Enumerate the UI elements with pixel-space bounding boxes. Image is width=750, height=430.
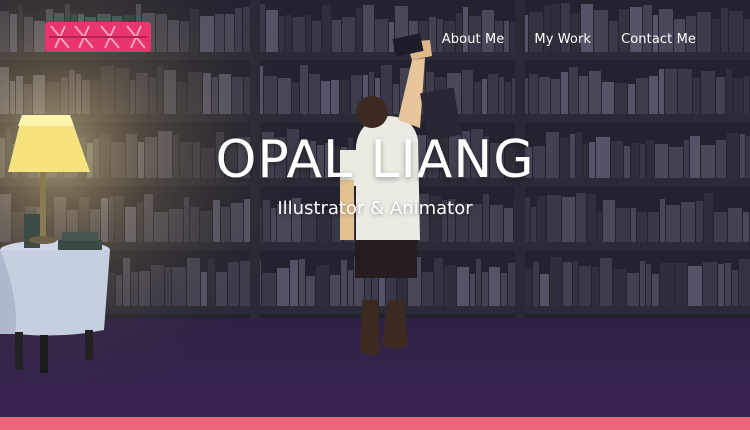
op-logo-icon[interactable] <box>45 22 151 52</box>
hero-title: OPAL LIANG <box>215 130 535 190</box>
nav-link-contact-me[interactable]: Contact Me <box>621 32 696 47</box>
nav-link-about-me[interactable]: About Me <box>442 32 505 47</box>
top-navigation: About Me My Work Contact Me <box>0 0 750 80</box>
hero-section: About Me My Work Contact Me OPAL LIANG I… <box>0 0 750 417</box>
hero-subtitle: Illustrator & Animator <box>277 198 473 219</box>
nav-link-my-work[interactable]: My Work <box>534 32 591 47</box>
bottom-accent-bar <box>0 417 750 430</box>
